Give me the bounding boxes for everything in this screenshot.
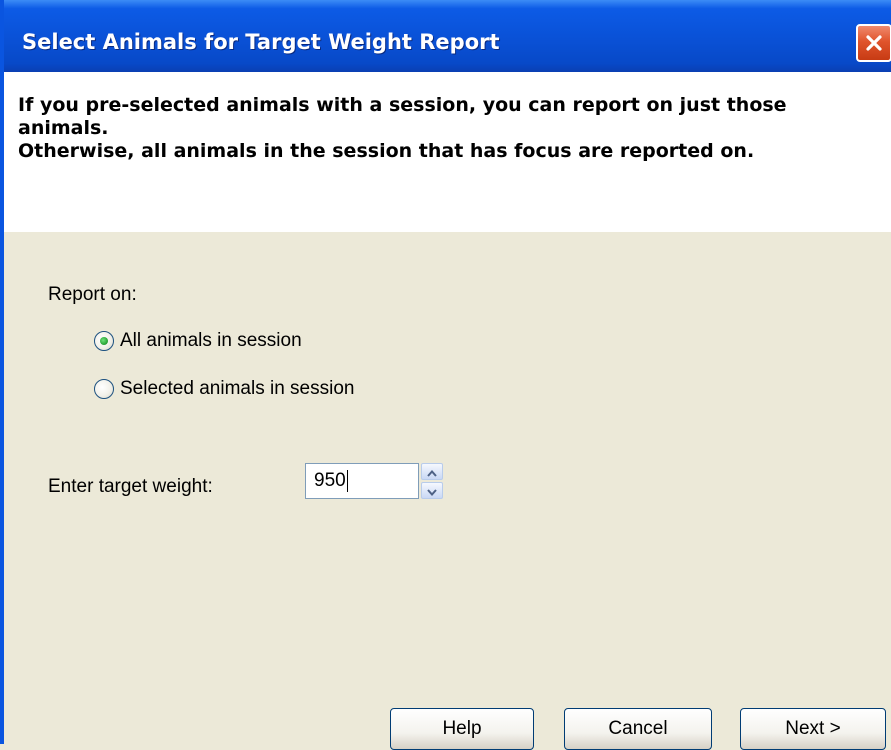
target-weight-label: Enter target weight: bbox=[48, 476, 213, 497]
instruction-text: If you pre-selected animals with a sessi… bbox=[18, 94, 878, 163]
title-bar[interactable]: Select Animals for Target Weight Report bbox=[4, 0, 891, 72]
radio-selected-animals-label[interactable]: Selected animals in session bbox=[120, 378, 354, 400]
radio-button-unchecked[interactable] bbox=[94, 379, 114, 399]
radio-button-checked[interactable] bbox=[94, 331, 114, 351]
instruction-line-2: Otherwise, all animals in the session th… bbox=[18, 140, 755, 162]
radio-all-animals[interactable]: All animals in session bbox=[94, 330, 302, 352]
instruction-line-1: If you pre-selected animals with a sessi… bbox=[18, 94, 787, 139]
window-title: Select Animals for Target Weight Report bbox=[22, 30, 500, 54]
instruction-panel: If you pre-selected animals with a sessi… bbox=[4, 72, 891, 232]
report-on-label: Report on: bbox=[48, 284, 137, 305]
close-button[interactable] bbox=[856, 24, 891, 62]
radio-dot-icon bbox=[100, 337, 108, 345]
arrow-down-icon bbox=[427, 480, 437, 502]
spin-down-button[interactable] bbox=[421, 482, 443, 499]
target-weight-value: 950 bbox=[314, 470, 346, 491]
text-caret bbox=[346, 469, 348, 492]
target-weight-input[interactable]: 950 bbox=[305, 463, 419, 499]
target-weight-spinner[interactable]: 950 bbox=[305, 463, 445, 499]
close-icon bbox=[864, 33, 884, 53]
dialog-window: Select Animals for Target Weight Report … bbox=[0, 0, 891, 750]
dialog-content: Report on: All animals in session Select… bbox=[4, 232, 891, 750]
spin-up-button[interactable] bbox=[421, 463, 443, 480]
radio-all-animals-label[interactable]: All animals in session bbox=[120, 330, 302, 352]
spin-buttons bbox=[421, 463, 445, 499]
radio-selected-animals[interactable]: Selected animals in session bbox=[94, 378, 354, 400]
